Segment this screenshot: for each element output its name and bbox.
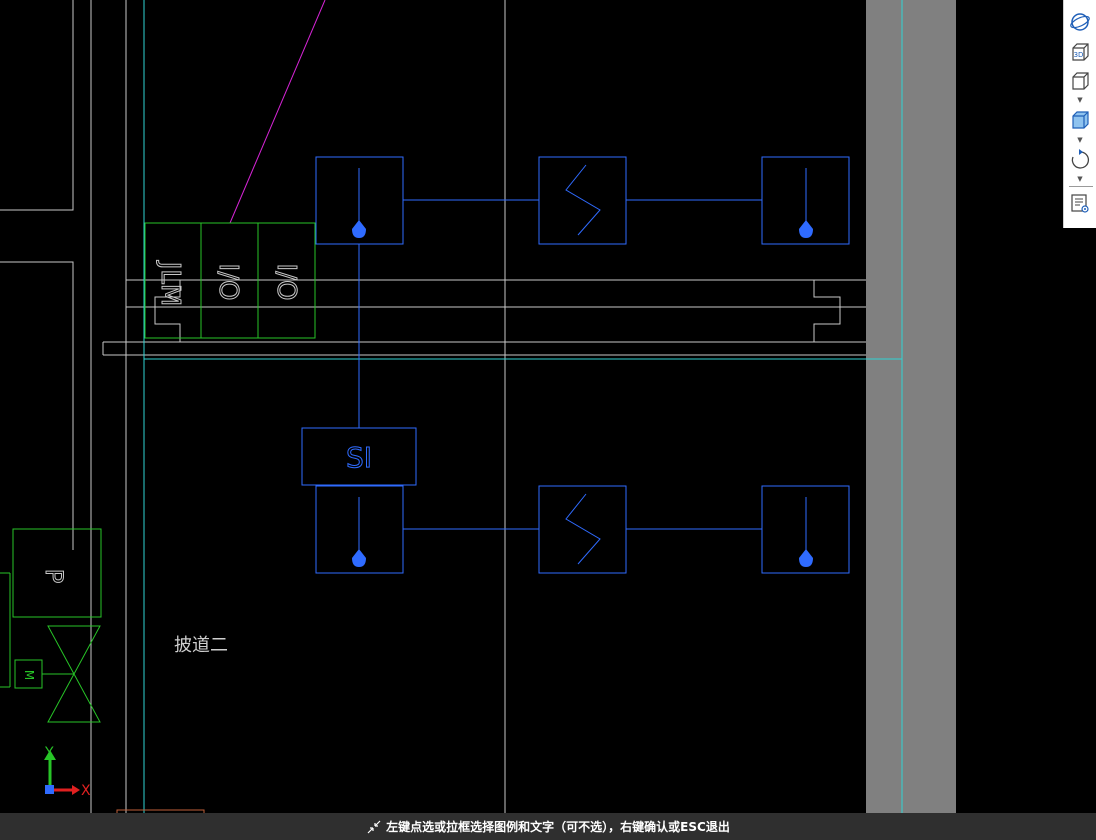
drop-marker-4 <box>799 549 813 567</box>
view-3d-icon: 3D <box>1072 43 1089 61</box>
view-cube-button[interactable] <box>1068 69 1092 93</box>
io-label-2: I/O <box>271 264 301 301</box>
rotate-button[interactable] <box>1068 147 1092 171</box>
io-label-1: I/O <box>213 264 243 301</box>
drop-marker-3 <box>352 549 366 567</box>
view-3d-button[interactable]: 3D <box>1068 40 1092 64</box>
command-prompt-bar: 左键点选或拉框选择图例和文字（可不选），右键确认或ESC退出 <box>0 813 1096 840</box>
visual-style-button[interactable] <box>1068 108 1092 132</box>
rotate-caret-icon[interactable]: ▼ <box>1075 175 1085 183</box>
orbit-button[interactable] <box>1068 10 1092 34</box>
ucs-y-label: Y <box>44 745 54 761</box>
pressure-valve-assembly[interactable] <box>0 528 102 723</box>
toolbar-divider <box>1069 186 1093 187</box>
drop-marker-1 <box>352 220 366 238</box>
rotate-icon <box>1071 149 1090 169</box>
cad-drawing-canvas[interactable]: JLM I/O I/O SI P M 披道二 Y X <box>0 0 1096 840</box>
si-label: SI <box>346 441 372 474</box>
magenta-leader-line <box>229 0 326 224</box>
select-cursor-icon <box>367 820 381 833</box>
view-toolbar: 3D ▼ ▼ ▼ <box>1063 0 1096 228</box>
p-label: P <box>40 569 68 583</box>
gray-band <box>866 0 956 840</box>
drop-marker-2 <box>799 220 813 238</box>
visual-style-icon <box>1072 111 1089 129</box>
jlm-label: JLM <box>155 260 185 307</box>
layer-list-button[interactable] <box>1068 191 1092 215</box>
command-prompt-text: 左键点选或拉框选择图例和文字（可不选），右键确认或ESC退出 <box>386 820 730 834</box>
area-label: 披道二 <box>174 635 228 656</box>
cyan-lines <box>143 0 903 840</box>
m-label: M <box>22 670 36 680</box>
visual-style-caret-icon[interactable]: ▼ <box>1075 136 1085 144</box>
ucs-x-label: X <box>81 783 91 799</box>
orbit-icon <box>1070 13 1090 31</box>
left-outlines <box>0 0 866 840</box>
blue-symbols-top[interactable] <box>315 156 850 428</box>
layer-list-icon <box>1071 194 1089 213</box>
view-cube-icon <box>1072 72 1089 90</box>
svg-text:3D: 3D <box>1074 51 1084 59</box>
view-cube-caret-icon[interactable]: ▼ <box>1075 96 1085 104</box>
blue-symbols-bottom[interactable] <box>315 485 850 574</box>
